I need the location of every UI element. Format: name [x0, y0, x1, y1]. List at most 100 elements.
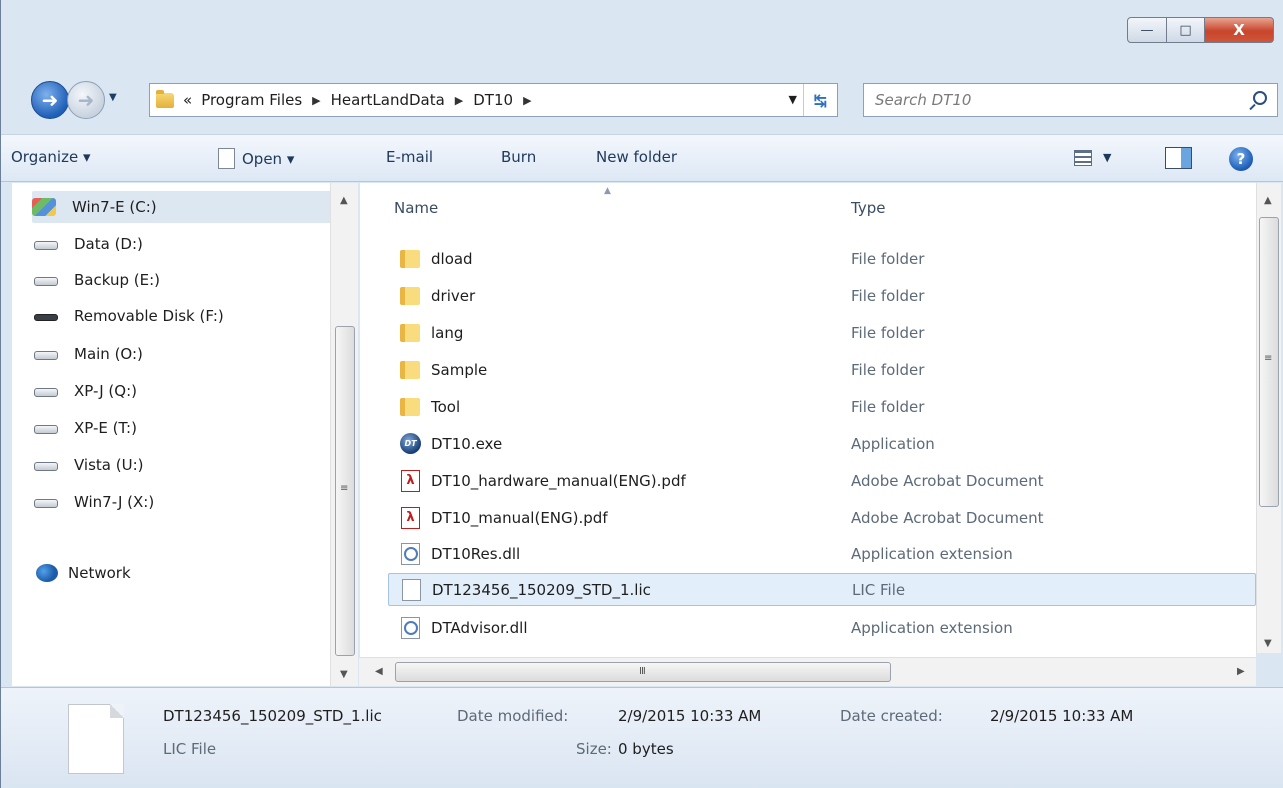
- column-header-name[interactable]: Name: [394, 199, 438, 217]
- scroll-grip: III: [639, 666, 646, 677]
- file-name: driver: [431, 286, 476, 305]
- views-icon[interactable]: [1074, 150, 1092, 166]
- scroll-left-arrow[interactable]: ◀: [375, 666, 383, 677]
- refresh-icon[interactable]: ↹: [803, 84, 837, 116]
- column-header-type[interactable]: Type: [851, 199, 885, 217]
- address-overflow[interactable]: «: [183, 91, 192, 109]
- hard-drive-icon: [34, 351, 58, 360]
- organize-menu[interactable]: Organize ▾: [11, 148, 91, 166]
- document-icon: [218, 148, 235, 169]
- file-type: Application extension: [851, 544, 1013, 563]
- windows-drive-icon: [32, 198, 56, 216]
- breadcrumb-separator[interactable]: ▶: [523, 94, 531, 107]
- nav-item-main-o[interactable]: Main (O:): [34, 338, 334, 370]
- file-row[interactable]: Sample File folder: [388, 353, 1256, 386]
- file-row[interactable]: driver File folder: [388, 279, 1256, 312]
- navigation-scrollbar[interactable]: ▲ ≡ ▼: [330, 183, 358, 686]
- file-name: DT123456_150209_STD_1.lic: [432, 580, 651, 599]
- nav-item-label: Data (D:): [74, 235, 143, 253]
- nav-item-label: Win7-J (X:): [74, 493, 155, 511]
- nav-item-label: XP-J (Q:): [74, 382, 137, 400]
- file-row[interactable]: lang File folder: [388, 316, 1256, 349]
- file-row[interactable]: DTAdvisor.dll Application extension: [388, 611, 1256, 644]
- details-file-type: LIC File: [163, 740, 217, 758]
- open-label: Open ▾: [242, 150, 295, 168]
- file-name: DT10_hardware_manual(ENG).pdf: [431, 471, 686, 490]
- details-file-name: DT123456_150209_STD_1.lic: [163, 707, 382, 725]
- details-pane: DT123456_150209_STD_1.lic LIC File Date …: [1, 687, 1283, 788]
- email-button[interactable]: E-mail: [386, 148, 433, 166]
- nav-item-data-d[interactable]: Data (D:): [34, 228, 334, 260]
- new-folder-button[interactable]: New folder: [596, 148, 677, 166]
- maximize-button[interactable]: □: [1167, 17, 1205, 43]
- hard-drive-icon: [34, 277, 58, 286]
- date-created-value: 2/9/2015 10:33 AM: [990, 707, 1134, 725]
- folder-icon: [400, 360, 420, 379]
- search-input[interactable]: Search DT10: [863, 83, 1278, 117]
- scroll-right-arrow[interactable]: ▶: [1237, 666, 1245, 677]
- search-icon[interactable]: [1253, 91, 1267, 105]
- nav-item-network[interactable]: Network: [12, 557, 312, 589]
- nav-item-removable-disk-f[interactable]: Removable Disk (F:): [34, 300, 334, 332]
- nav-item-label: XP-E (T:): [74, 419, 137, 437]
- file-row[interactable]: dload File folder: [388, 242, 1256, 275]
- pdf-icon: λ: [401, 469, 420, 492]
- file-type: File folder: [851, 323, 925, 342]
- burn-button[interactable]: Burn: [501, 148, 536, 166]
- file-row[interactable]: Tool File folder: [388, 390, 1256, 423]
- nav-item-vista-u[interactable]: Vista (U:): [34, 449, 334, 481]
- recent-pages-dropdown[interactable]: ▼: [109, 92, 117, 103]
- navigation-pane: Win7-E (C:) Data (D:) Backup (E:) Remova…: [12, 183, 358, 686]
- scroll-grip: ≡: [340, 483, 348, 494]
- forward-button[interactable]: ➜: [67, 81, 105, 119]
- file-name: DT10_manual(ENG).pdf: [431, 508, 608, 527]
- nav-item-backup-e[interactable]: Backup (E:): [34, 264, 334, 296]
- sort-ascending-icon: ▲: [604, 186, 611, 196]
- file-name: Sample: [431, 360, 488, 379]
- scroll-up-arrow[interactable]: ▲: [1264, 195, 1272, 206]
- file-name: Tool: [431, 397, 461, 416]
- help-icon[interactable]: ?: [1229, 147, 1253, 171]
- open-menu[interactable]: Open ▾: [218, 148, 294, 169]
- hard-drive-icon: [34, 241, 58, 250]
- views-dropdown[interactable]: ▼: [1103, 151, 1111, 164]
- nav-item-win7-e-c[interactable]: Win7-E (C:): [32, 191, 336, 223]
- nav-item-xp-j-q[interactable]: XP-J (Q:): [34, 375, 334, 407]
- nav-item-win7-j-x[interactable]: Win7-J (X:): [34, 486, 334, 518]
- close-button[interactable]: X: [1205, 17, 1274, 43]
- file-type: Adobe Acrobat Document: [851, 471, 1044, 490]
- dll-icon: [401, 616, 420, 639]
- scroll-up-arrow[interactable]: ▲: [340, 195, 348, 206]
- explorer-window: — □ X ➜ ➜ ▼ « Program Files ▶ HeartLandD…: [0, 0, 1283, 788]
- address-bar[interactable]: « Program Files ▶ HeartLandData ▶ DT10 ▶…: [149, 83, 838, 117]
- scroll-down-arrow[interactable]: ▼: [340, 669, 348, 680]
- breadcrumb-heartlanddata[interactable]: HeartLandData: [331, 91, 445, 109]
- file-row[interactable]: λ DT10_manual(ENG).pdf Adobe Acrobat Doc…: [388, 501, 1256, 534]
- hard-drive-icon: [34, 425, 58, 434]
- file-list-horizontal-scrollbar[interactable]: ◀ III ▶: [359, 657, 1256, 686]
- minimize-button[interactable]: —: [1127, 17, 1167, 43]
- file-name: DTAdvisor.dll: [431, 618, 528, 637]
- file-row-selected[interactable]: DT123456_150209_STD_1.lic LIC File: [388, 573, 1256, 606]
- file-name: dload: [431, 249, 473, 268]
- file-list: ▲ Name Type dload File folder driver Fil…: [359, 183, 1256, 686]
- nav-item-xp-e-t[interactable]: XP-E (T:): [34, 412, 334, 444]
- address-dropdown[interactable]: ▼: [789, 93, 797, 106]
- scroll-down-arrow[interactable]: ▼: [1264, 638, 1272, 649]
- back-button[interactable]: ➜: [31, 81, 69, 119]
- folder-icon: [400, 397, 420, 416]
- file-row[interactable]: DT DT10.exe Application: [388, 427, 1256, 460]
- file-name: DT10.exe: [431, 434, 503, 453]
- breadcrumb-separator[interactable]: ▶: [455, 94, 463, 107]
- breadcrumb-separator[interactable]: ▶: [312, 94, 320, 107]
- size-value: 0 bytes: [618, 740, 674, 758]
- file-list-scrollbar[interactable]: ▲ ≡ ▼: [1256, 183, 1281, 653]
- folder-icon: [400, 249, 420, 268]
- file-row[interactable]: DT10Res.dll Application extension: [388, 537, 1256, 570]
- breadcrumb-program-files[interactable]: Program Files: [201, 91, 302, 109]
- date-created-label: Date created:: [840, 707, 943, 725]
- hard-drive-icon: [34, 499, 58, 508]
- breadcrumb-dt10[interactable]: DT10: [473, 91, 513, 109]
- file-row[interactable]: λ DT10_hardware_manual(ENG).pdf Adobe Ac…: [388, 464, 1256, 497]
- preview-pane-icon[interactable]: [1165, 147, 1192, 169]
